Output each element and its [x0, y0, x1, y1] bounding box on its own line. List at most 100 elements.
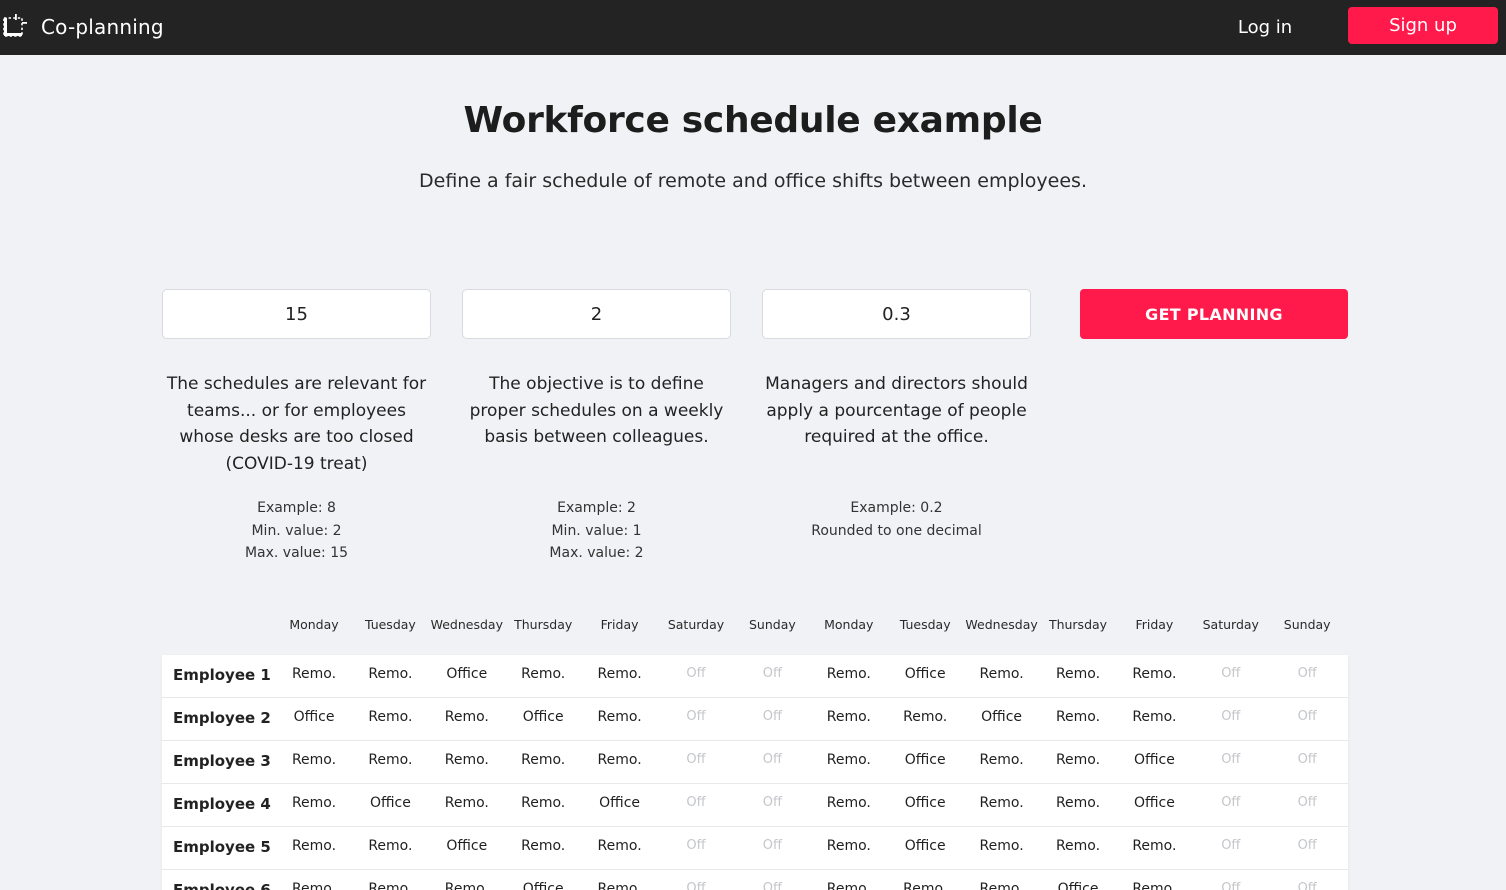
shift-cell: Off	[686, 709, 706, 724]
team-size-input[interactable]	[162, 289, 431, 339]
shift-cell: Remo.	[1055, 795, 1101, 811]
shift-cell: Off	[1297, 666, 1317, 681]
note-example: Example: 0.2	[850, 500, 943, 516]
shift-cell: Remo.	[444, 709, 489, 725]
day-header: Saturday	[1202, 617, 1259, 632]
shift-cell: Off	[1297, 838, 1317, 853]
shift-cell: Office	[446, 838, 488, 854]
shift-cell: Office	[904, 666, 946, 682]
day-header: Monday	[824, 617, 874, 632]
shift-cell: Remo.	[1132, 666, 1177, 682]
note-rounding: Rounded to one decimal	[811, 522, 982, 539]
shift-cell: Office	[904, 752, 946, 768]
shift-cell: Off	[1221, 795, 1241, 810]
shift-cell: Remo.	[368, 752, 413, 768]
shift-cell: Office	[522, 881, 564, 890]
day-header: Thursday	[1048, 617, 1108, 632]
day-header: Friday	[1135, 617, 1174, 632]
weeks-description: The objective is to define proper schedu…	[469, 374, 724, 447]
shift-cell: Off	[1297, 795, 1317, 810]
shift-cell: Remo.	[368, 709, 413, 725]
weeks-input[interactable]	[462, 289, 731, 339]
shift-cell: Off	[762, 838, 782, 853]
shift-cell: Remo.	[597, 666, 642, 682]
day-header: Wednesday	[430, 617, 503, 632]
shift-cell: Remo.	[291, 752, 337, 768]
day-header: Saturday	[667, 617, 725, 632]
employee-name: Employee 1	[173, 666, 271, 684]
day-header: Monday	[289, 617, 339, 632]
shift-cell: Off	[686, 752, 706, 767]
shift-cell: Office	[293, 709, 335, 725]
get-planning-button[interactable]: GET PLANNING	[1080, 289, 1348, 339]
shift-cell: Off	[686, 838, 706, 853]
team-size-description: The schedules are relevant for teams... …	[166, 374, 427, 474]
brand[interactable]: Co-planning	[0, 11, 164, 43]
shift-cell: Remo.	[368, 666, 413, 682]
office-ratio-description: Managers and directors should apply a po…	[765, 374, 1028, 447]
shift-cell: Office	[522, 709, 564, 725]
shift-cell: Remo.	[291, 795, 337, 811]
shift-cell: Remo.	[521, 752, 566, 768]
shift-cell: Remo.	[826, 795, 871, 811]
shift-cell: Off	[1221, 666, 1241, 681]
shift-cell: Remo.	[826, 666, 871, 682]
shift-cell: Off	[686, 666, 706, 681]
shift-cell: Remo.	[979, 795, 1024, 811]
shift-cell: Remo.	[444, 881, 489, 890]
shift-cell: Remo.	[1055, 709, 1101, 725]
page-subtitle: Define a fair schedule of remote and off…	[419, 170, 1087, 192]
office-ratio-notes: Example: 0.2 Rounded to one decimal	[762, 497, 1031, 542]
shift-cell: Off	[686, 881, 706, 890]
shift-cell: Remo.	[826, 881, 871, 890]
table-row: Employee 5 Remo. Remo. Office Remo. Remo. Off O…	[162, 827, 1348, 870]
shift-cell: Remo.	[1132, 838, 1177, 854]
table-row: Employee 4 Remo. Office Remo. Remo. Office Off…	[162, 784, 1348, 827]
day-header: Tuesday	[899, 617, 951, 632]
day-header: Sunday	[1283, 617, 1331, 632]
shift-cell: Remo.	[1055, 752, 1101, 768]
day-header: Thursday	[514, 617, 573, 632]
employee-name: Employee 6	[173, 881, 271, 890]
table-row: Employee 3 Remo. Remo. Remo. Remo. Remo. Off Of…	[162, 741, 1348, 784]
shift-cell: Off	[1221, 881, 1241, 890]
shift-cell: Off	[1221, 838, 1241, 853]
shift-cell: Remo.	[597, 709, 642, 725]
shift-cell: Off	[762, 709, 782, 724]
shift-cell: Remo.	[1132, 709, 1177, 725]
shift-cell: Remo.	[521, 838, 566, 854]
shift-cell: Remo.	[368, 838, 413, 854]
shift-cell: Office	[904, 795, 946, 811]
table-row: Employee 1 Remo. Remo. Office Remo. Remo. Off O…	[162, 655, 1348, 698]
shift-cell: Remo.	[979, 838, 1024, 854]
day-header: Sunday	[749, 617, 796, 632]
shift-cell: Remo.	[597, 881, 642, 890]
shift-cell: Off	[762, 795, 782, 810]
shift-cell: Remo.	[1132, 881, 1177, 890]
signup-button[interactable]: Sign up	[1348, 7, 1498, 44]
page-title: Workforce schedule example	[463, 100, 1043, 141]
note-min: Min. value: 2	[251, 522, 342, 539]
shift-cell: Remo.	[291, 881, 337, 890]
employee-name: Employee 5	[173, 838, 271, 856]
shift-cell: Remo.	[979, 666, 1024, 682]
shift-cell: Remo.	[1055, 838, 1101, 854]
shift-cell: Remo.	[826, 838, 871, 854]
note-min: Min. value: 1	[551, 522, 642, 539]
shift-cell: Remo.	[597, 838, 642, 854]
shift-cell: Off	[1221, 709, 1241, 724]
shift-cell: Remo.	[979, 752, 1024, 768]
shift-cell: Office	[904, 838, 946, 854]
note-example: Example: 8	[257, 500, 336, 516]
shift-cell: Off	[686, 795, 706, 810]
shift-cell: Remo.	[368, 881, 413, 890]
shift-cell: Remo.	[1055, 666, 1101, 682]
note-example: Example: 2	[557, 500, 636, 516]
note-max: Max. value: 2	[549, 545, 644, 561]
office-ratio-input[interactable]	[762, 289, 1031, 339]
table-row: Employee 6 Remo. Remo. Remo. Office Remo. Off O…	[162, 870, 1348, 890]
shift-cell: Office	[1133, 795, 1175, 811]
top-navbar: Co-planning Log in Sign up	[0, 0, 1506, 55]
shift-cell: Office	[369, 795, 411, 811]
login-button[interactable]: Log in	[1224, 13, 1306, 41]
